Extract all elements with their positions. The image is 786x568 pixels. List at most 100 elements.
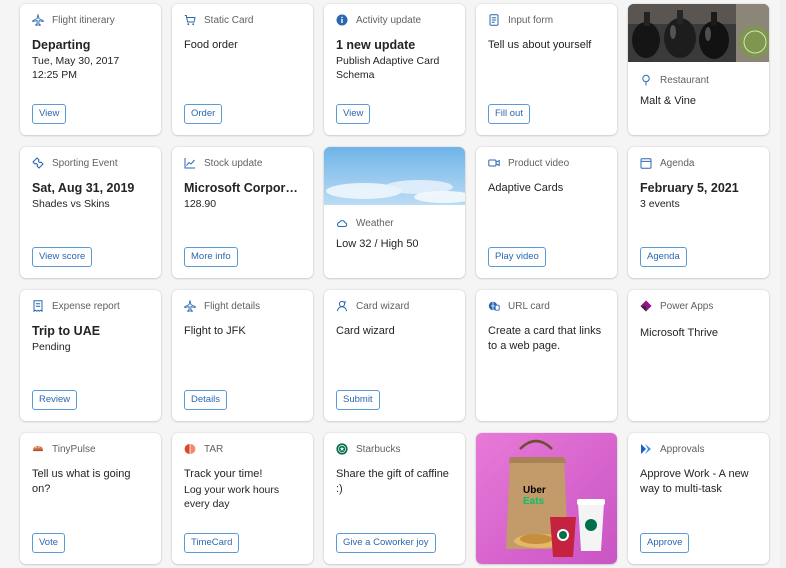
card-title: Tell us about yourself [488,39,592,51]
card-title: Track your time! [184,468,263,480]
person-wizard-icon [336,300,348,312]
card-tar[interactable]: TAR Track your time! Log your work hours… [172,433,313,564]
globe-link-icon [488,300,500,312]
card-header-label: TAR [204,443,224,455]
card-header-label: Input form [508,14,554,26]
card-card-wizard[interactable]: Card wizard Card wizard Submit [324,290,465,421]
view-button[interactable]: View [32,104,67,124]
card-title: Sat, Aug 31, 2019 [32,181,135,195]
card-subtitle: Publish Adaptive Card Schema [336,54,455,82]
info-icon [336,14,348,26]
card-stock-update[interactable]: Stock update Microsoft Corporation 128.9… [172,147,313,278]
update-line-2: Schema [336,69,375,81]
card-header-label: Static Card [204,14,254,26]
card-tinypulse[interactable]: TinyPulse Tell us what is going on? Vote [20,433,161,564]
card-title: Share the gift of caffine :) [336,468,449,495]
card-header-label: Approvals [660,443,705,455]
card-title: Flight to JFK [184,325,246,337]
card-header-label: Expense report [52,300,120,312]
view-button[interactable]: View [336,104,371,124]
stock-price: 128.90 [184,198,217,210]
location-pin-icon [640,74,652,86]
ticket-icon [32,157,44,169]
card-header-label: Starbucks [356,443,401,455]
card-header-label: Sporting Event [52,157,118,169]
vote-button[interactable]: Vote [32,533,66,553]
order-button[interactable]: Order [184,104,223,124]
card-title: February 5, 2021 [640,181,739,195]
calendar-icon [640,157,652,169]
card-expense-report[interactable]: Expense report Trip to UAE Pending Revie… [20,290,161,421]
submit-button[interactable]: Submit [336,390,380,410]
card-header-label: Restaurant [660,74,709,86]
card-header-label: Activity update [356,14,422,26]
card-title: Card wizard [336,325,395,337]
receipt-icon [32,300,44,312]
card-agenda[interactable]: Agenda February 5, 2021 3 events Agenda [628,147,769,278]
card-header-label: Stock update [204,157,263,169]
card-flight-details[interactable]: Flight details Flight to JFK Details [172,290,313,421]
play-video-button[interactable]: Play video [488,247,546,267]
card-title: Trip to UAE [32,324,101,338]
power-apps-logo-icon [640,300,652,312]
card-url-card[interactable]: URL card Create a card that links to a w… [476,290,617,421]
approve-button[interactable]: Approve [640,533,690,553]
card-header-label: Product video [508,157,570,169]
update-line-1: Publish Adaptive Card [336,55,440,67]
card-sporting-event[interactable]: Sporting Event Sat, Aug 31, 2019 Shades … [20,147,161,278]
card-header-label: Power Apps [660,300,714,312]
airplane-icon [32,14,44,26]
card-flight-itinerary[interactable]: Flight itinerary Departing Tue, May 30, … [20,4,161,135]
card-power-apps[interactable]: Power Apps Microsoft Thrive [628,290,769,421]
card-weather[interactable]: Weather Low 32 / High 50 [324,147,465,278]
starbucks-logo-icon [336,443,348,455]
details-button[interactable]: Details [184,390,228,410]
card-header-label: URL card [508,300,550,312]
card-product-video[interactable]: Product video Adaptive Cards Play video [476,147,617,278]
card-header-label: Card wizard [356,300,410,312]
card-header-label: Agenda [660,157,695,169]
airplane-icon [184,300,196,312]
fill-out-button[interactable]: Fill out [488,104,530,124]
view-score-button[interactable]: View score [32,247,93,267]
form-document-icon [488,14,500,26]
card-header-label: Flight details [204,300,261,312]
departure-date: Tue, May 30, 2017 [32,55,120,67]
card-restaurant[interactable]: Restaurant Malt & Vine [628,4,769,135]
card-title: Microsoft Thrive [640,327,719,339]
card-input-form[interactable]: Input form Tell us about yourself Fill o… [476,4,617,135]
cloud-icon [336,217,348,229]
card-header-label: Flight itinerary [52,14,115,26]
vertical-scrollbar[interactable] [780,0,786,568]
departure-time: 12:25 PM [32,69,77,81]
report-status: Pending [32,341,71,353]
card-starbucks[interactable]: Starbucks Share the gift of caffine :) G… [324,433,465,564]
event-count: 3 events [640,198,680,210]
agenda-button[interactable]: Agenda [640,247,687,267]
give-coworker-joy-button[interactable]: Give a Coworker joy [336,533,436,553]
uber-eats-logo-text: Uber Eats [523,485,546,507]
approvals-logo-icon [640,443,652,455]
shopping-cart-icon [184,14,196,26]
tar-logo-icon [184,443,196,455]
card-static-card[interactable]: Static Card Food order Order [172,4,313,135]
card-activity-update[interactable]: Activity update 1 new update Publish Ada… [324,4,465,135]
card-title: Tell us what is going on? [32,468,131,495]
card-title: Microsoft Corporation [184,181,303,195]
card-header-label: TinyPulse [52,443,96,455]
card-title: Create a card that links to a web page. [488,325,602,352]
card-approvals[interactable]: Approvals Approve Work - A new way to mu… [628,433,769,564]
card-title: Food order [184,39,238,51]
card-gallery: Flight itinerary Departing Tue, May 30, … [20,4,769,564]
timecard-button[interactable]: TimeCard [184,533,240,553]
card-subtitle: Tue, May 30, 2017 12:25 PM [32,54,151,82]
restaurant-photo [628,4,769,62]
video-camera-icon [488,157,500,169]
card-subtitle: Log your work hours every day [184,484,280,510]
stock-chart-icon [184,157,196,169]
card-uber-eats-promo[interactable]: Uber Eats [476,433,617,564]
sky-photo [324,147,465,205]
more-info-button[interactable]: More info [184,247,238,267]
review-button[interactable]: Review [32,390,78,410]
card-title: Malt & Vine [640,95,697,107]
